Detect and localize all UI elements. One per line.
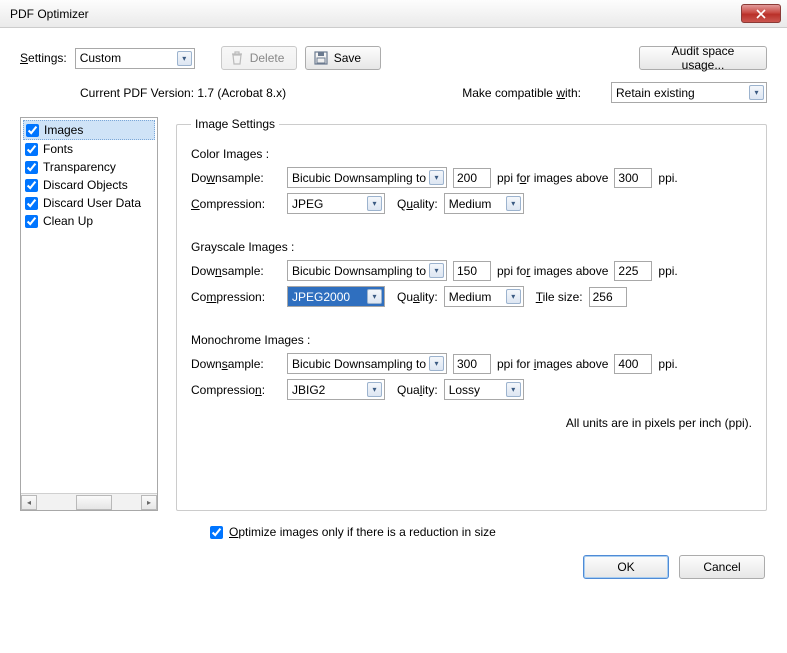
compat-value: Retain existing [616, 86, 695, 100]
sidebar-check-images[interactable] [26, 124, 39, 137]
mono-compression-dropdown[interactable]: JBIG2 ▾ [287, 379, 385, 400]
mono-compression-label: Compression: [191, 383, 281, 397]
color-compression-label: Compression: [191, 197, 281, 211]
delete-button[interactable]: Delete [221, 46, 297, 70]
cancel-button[interactable]: Cancel [679, 555, 765, 579]
title-bar: PDF Optimizer [0, 0, 787, 28]
compat-label: Make compatible with: [462, 86, 581, 100]
settings-label: Settings: [20, 51, 67, 65]
color-above-label: ppi for images above [497, 171, 608, 185]
gray-above-label: ppi for images above [497, 264, 608, 278]
close-icon [756, 9, 766, 19]
sidebar-item-clean-up[interactable]: Clean Up [23, 212, 155, 230]
sidebar-check-discard-objects[interactable] [25, 179, 38, 192]
sidebar-item-discard-objects[interactable]: Discard Objects [23, 176, 155, 194]
color-downsample-label: Downsample: [191, 171, 281, 185]
chevron-down-icon: ▾ [367, 196, 382, 211]
scroll-right-icon[interactable]: ▸ [141, 495, 157, 510]
sidebar-check-transparency[interactable] [25, 161, 38, 174]
delete-label: Delete [250, 51, 285, 65]
sidebar-item-discard-user-data[interactable]: Discard User Data [23, 194, 155, 212]
mono-downsample-label: Downsample: [191, 357, 281, 371]
mono-quality-dropdown[interactable]: Lossy ▾ [444, 379, 524, 400]
floppy-disk-icon [312, 49, 330, 67]
color-quality-dropdown[interactable]: Medium ▾ [444, 193, 524, 214]
units-note: All units are in pixels per inch (ppi). [191, 416, 752, 430]
gray-ppi-suffix: ppi. [658, 264, 677, 278]
color-compression-dropdown[interactable]: JPEG ▾ [287, 193, 385, 214]
chevron-down-icon: ▾ [177, 51, 192, 66]
ok-button[interactable]: OK [583, 555, 669, 579]
color-header: Color Images : [191, 147, 752, 161]
sidebar-check-clean-up[interactable] [25, 215, 38, 228]
mono-ppi-suffix: ppi. [658, 357, 677, 371]
close-button[interactable] [741, 4, 781, 23]
sidebar-item-label: Images [44, 122, 83, 138]
chevron-down-icon: ▾ [429, 263, 444, 278]
mono-ppi-above-input[interactable] [614, 354, 652, 374]
gray-quality-dropdown[interactable]: Medium ▾ [444, 286, 524, 307]
panel-legend: Image Settings [191, 117, 279, 131]
image-settings-panel: Image Settings Color Images : Downsample… [176, 117, 767, 511]
gray-quality-label: Quality: [397, 290, 438, 304]
gray-ppi-input[interactable] [453, 261, 491, 281]
save-button[interactable]: Save [305, 46, 381, 70]
gray-tile-input[interactable] [589, 287, 627, 307]
trash-icon [228, 49, 246, 67]
mono-downsample-dropdown[interactable]: Bicubic Downsampling to ▾ [287, 353, 447, 374]
category-list[interactable]: Images Fonts Transparency Discard Object… [21, 118, 157, 493]
gray-header: Grayscale Images : [191, 240, 752, 254]
scroll-left-icon[interactable]: ◂ [21, 495, 37, 510]
gray-downsample-label: Downsample: [191, 264, 281, 278]
settings-value: Custom [80, 51, 121, 65]
mono-ppi-input[interactable] [453, 354, 491, 374]
chevron-down-icon: ▾ [429, 356, 444, 371]
sidebar-item-transparency[interactable]: Transparency [23, 158, 155, 176]
color-ppi-suffix: ppi. [658, 171, 677, 185]
audit-button[interactable]: Audit space usage... [639, 46, 767, 70]
sidebar-check-discard-user-data[interactable] [25, 197, 38, 210]
optimize-checkbox[interactable] [210, 526, 223, 539]
sidebar-item-label: Transparency [43, 159, 116, 175]
sidebar-item-label: Discard User Data [43, 195, 141, 211]
settings-dropdown[interactable]: Custom ▾ [75, 48, 195, 69]
gray-downsample-dropdown[interactable]: Bicubic Downsampling to ▾ [287, 260, 447, 281]
sidebar-item-label: Fonts [43, 141, 73, 157]
mono-quality-label: Quality: [397, 383, 438, 397]
sidebar-item-images[interactable]: Images [23, 120, 155, 140]
version-row: Current PDF Version: 1.7 (Acrobat 8.x) M… [80, 82, 767, 103]
chevron-down-icon: ▾ [749, 85, 764, 100]
window-title: PDF Optimizer [10, 7, 741, 21]
chevron-down-icon: ▾ [506, 382, 521, 397]
compat-dropdown[interactable]: Retain existing ▾ [611, 82, 767, 103]
chevron-down-icon: ▾ [367, 289, 382, 304]
color-downsample-dropdown[interactable]: Bicubic Downsampling to ▾ [287, 167, 447, 188]
color-ppi-input[interactable] [453, 168, 491, 188]
gray-compression-label: Compression: [191, 290, 281, 304]
dialog-footer: OK Cancel [20, 555, 767, 579]
sidebar-item-fonts[interactable]: Fonts [23, 140, 155, 158]
optimize-label: Optimize images only if there is a reduc… [229, 525, 496, 539]
sidebar-check-fonts[interactable] [25, 143, 38, 156]
current-version-label: Current PDF Version: 1.7 (Acrobat 8.x) [80, 86, 286, 100]
gray-tile-label: Tile size: [536, 290, 583, 304]
gray-compression-dropdown[interactable]: JPEG2000 ▾ [287, 286, 385, 307]
mono-above-label: ppi for images above [497, 357, 608, 371]
scroll-thumb[interactable] [76, 495, 112, 510]
sidebar-item-label: Discard Objects [43, 177, 128, 193]
gray-ppi-above-input[interactable] [614, 261, 652, 281]
chevron-down-icon: ▾ [367, 382, 382, 397]
color-quality-label: Quality: [397, 197, 438, 211]
toolbar: Settings: Custom ▾ Delete Save Audit spa… [20, 46, 767, 70]
color-ppi-above-input[interactable] [614, 168, 652, 188]
chevron-down-icon: ▾ [506, 196, 521, 211]
save-label: Save [334, 51, 361, 65]
chevron-down-icon: ▾ [506, 289, 521, 304]
chevron-down-icon: ▾ [429, 170, 444, 185]
sidebar-scrollbar[interactable]: ◂ ▸ [21, 493, 157, 510]
mono-header: Monochrome Images : [191, 333, 752, 347]
category-sidebar: Images Fonts Transparency Discard Object… [20, 117, 158, 511]
optimize-row: Optimize images only if there is a reduc… [210, 525, 767, 539]
sidebar-item-label: Clean Up [43, 213, 93, 229]
